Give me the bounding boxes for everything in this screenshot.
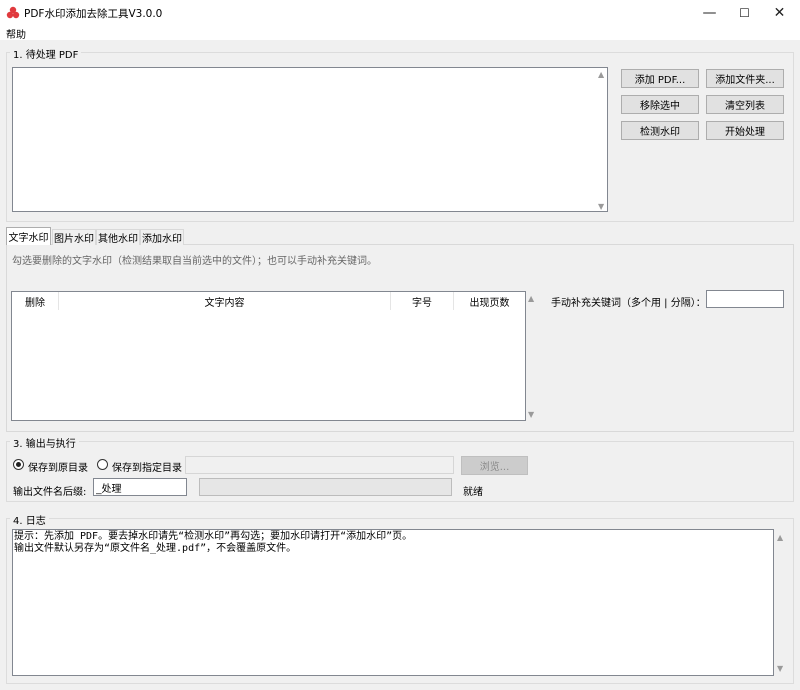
log-scroll-up-icon[interactable]: ▲ — [777, 533, 783, 542]
close-button[interactable]: ✕ — [763, 0, 796, 26]
app-logo-icon — [6, 6, 20, 19]
output-group-title: 3. 输出与执行 — [10, 435, 79, 450]
text-tab-hint: 勾选要删除的文字水印（检测结果取自当前选中的文件）；也可以手动补充关键词。 — [12, 256, 377, 267]
suffix-input[interactable] — [93, 478, 187, 496]
pdf-group-title: 1. 待处理 PDF — [10, 46, 82, 61]
menu-bar — [0, 26, 800, 40]
log-group-title: 4. 日志 — [10, 512, 49, 527]
radio-save-custom-label[interactable]: 保存到指定目录 — [112, 459, 182, 474]
radio-save-original[interactable] — [13, 459, 24, 470]
remove-selected-button[interactable]: 移除选中 — [621, 95, 699, 114]
table-scroll-up-icon[interactable]: ▲ — [528, 294, 534, 303]
col-text-header[interactable]: 文字内容 — [59, 292, 391, 310]
progress-bar — [199, 478, 452, 496]
suffix-label: 输出文件名后缀: — [13, 487, 87, 498]
start-process-button[interactable]: 开始处理 — [706, 121, 784, 140]
keyword-label: 手动补充关键词（多个用 | 分隔）： — [551, 298, 706, 309]
add-folder-button[interactable]: 添加文件夹... — [706, 69, 784, 88]
col-pages-header[interactable]: 出现页数 — [454, 292, 525, 310]
pdf-file-list[interactable] — [12, 67, 608, 212]
tab-add-watermark[interactable]: 添加水印 — [140, 229, 184, 245]
menu-help[interactable]: 帮助 — [6, 26, 26, 41]
status-text: 就绪 — [463, 487, 483, 498]
window-title: PDF水印添加去除工具V3.0.0 — [24, 8, 163, 20]
radio-save-custom[interactable] — [97, 459, 108, 470]
col-delete-header[interactable]: 删除 — [12, 292, 59, 310]
radio-save-original-label[interactable]: 保存到原目录 — [28, 459, 88, 474]
tab-text-watermark[interactable]: 文字水印 — [6, 227, 51, 245]
custom-dir-field[interactable] — [185, 456, 454, 474]
add-pdf-button[interactable]: 添加 PDF... — [621, 69, 699, 88]
clear-list-button[interactable]: 清空列表 — [706, 95, 784, 114]
keyword-input[interactable] — [706, 290, 784, 308]
tab-image-watermark[interactable]: 图片水印 — [52, 229, 96, 245]
col-size-header[interactable]: 字号 — [391, 292, 454, 310]
log-scroll-down-icon[interactable]: ▼ — [777, 664, 783, 673]
table-scroll-down-icon[interactable]: ▼ — [528, 410, 534, 419]
maximize-button[interactable]: ☐ — [728, 0, 761, 26]
browse-button[interactable]: 浏览... — [461, 456, 528, 475]
tab-other-watermark[interactable]: 其他水印 — [96, 229, 140, 245]
minimize-button[interactable]: — — [693, 0, 726, 26]
log-text: 提示：先添加 PDF。要去掉水印请先“检测水印”再勾选；要加水印请打开“添加水印… — [14, 531, 413, 554]
scroll-up-icon[interactable]: ▲ — [598, 70, 604, 79]
text-watermark-table[interactable] — [11, 291, 526, 421]
scroll-down-icon[interactable]: ▼ — [598, 202, 604, 211]
detect-watermark-button[interactable]: 检测水印 — [621, 121, 699, 140]
